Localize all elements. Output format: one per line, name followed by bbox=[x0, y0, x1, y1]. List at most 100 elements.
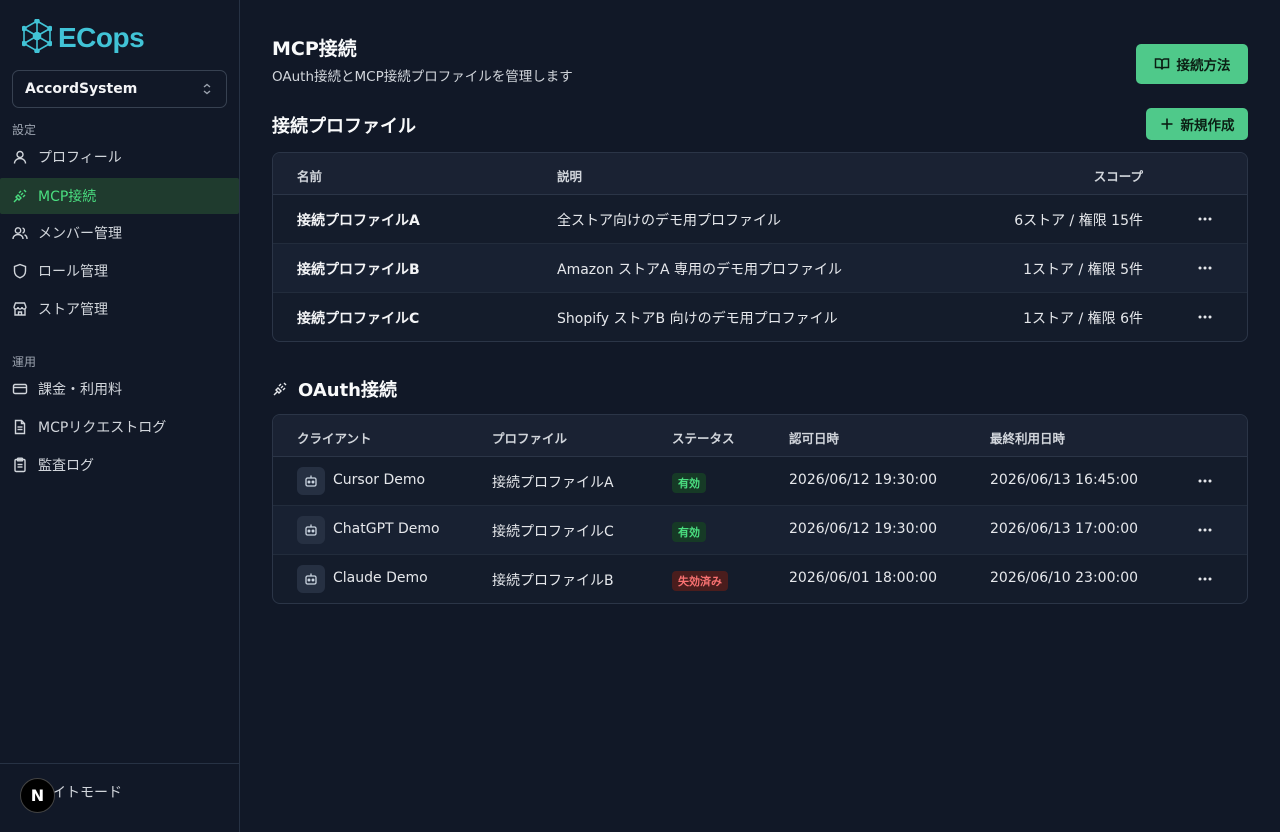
sidebar-item-label: 監査ログ bbox=[38, 458, 94, 474]
table-header: クライアント プロファイル ステータス 認可日時 最終利用日時 bbox=[273, 415, 1247, 457]
how-to-connect-label: 接続方法 bbox=[1176, 58, 1231, 74]
bot-icon bbox=[297, 565, 325, 593]
more-horizontal-icon[interactable] bbox=[1195, 258, 1215, 278]
sidebar: ECops AccordSystem 設定 プロフィール MCP接続 メンバー管… bbox=[0, 0, 240, 832]
sidebar-item-mcp-logs[interactable]: MCPリクエストログ bbox=[0, 409, 239, 445]
nav-section-operations: 運用 bbox=[12, 355, 37, 369]
sidebar-item-mcp[interactable]: MCP接続 bbox=[0, 178, 239, 214]
status-badge: 失効済み bbox=[672, 571, 728, 591]
column-last-used-at[interactable]: 最終利用日時 bbox=[990, 428, 1065, 447]
profile-scope: 1ストア / 権限 5件 bbox=[1023, 262, 1143, 278]
network-logo-icon bbox=[21, 18, 53, 57]
column-scope[interactable]: スコープ bbox=[1094, 166, 1143, 185]
shield-icon bbox=[12, 263, 28, 279]
profile-description: 全ストア向けのデモ用プロファイル bbox=[557, 213, 781, 229]
bot-icon bbox=[297, 467, 325, 495]
sidebar-item-label: メンバー管理 bbox=[38, 226, 122, 242]
sidebar-item-members[interactable]: メンバー管理 bbox=[0, 215, 239, 251]
profile-name: 接続プロファイルA bbox=[297, 213, 420, 229]
sidebar-item-label: ストア管理 bbox=[38, 302, 108, 318]
plus-icon bbox=[1160, 117, 1174, 131]
column-client[interactable]: クライアント bbox=[297, 428, 372, 447]
page-title: MCP接続 bbox=[272, 38, 357, 60]
more-horizontal-icon[interactable] bbox=[1195, 307, 1215, 327]
plug-icon bbox=[272, 381, 288, 397]
column-authorized-at[interactable]: 認可日時 bbox=[789, 428, 839, 447]
more-horizontal-icon[interactable] bbox=[1195, 520, 1215, 540]
user-icon bbox=[12, 149, 28, 165]
client-name: Claude Demo bbox=[333, 570, 428, 586]
last-used-at: 2026/06/10 23:00:00 bbox=[990, 570, 1139, 586]
new-profile-label: 新規作成 bbox=[1180, 118, 1235, 134]
credit-card-icon bbox=[12, 381, 28, 397]
oauth-section-title: OAuth接続 bbox=[272, 376, 397, 402]
client-name: ChatGPT Demo bbox=[333, 521, 440, 537]
sidebar-item-label: MCP接続 bbox=[38, 189, 97, 205]
authorized-at: 2026/06/01 18:00:00 bbox=[789, 570, 938, 586]
sidebar-item-billing[interactable]: 課金・利用料 bbox=[0, 371, 239, 407]
last-used-at: 2026/06/13 16:45:00 bbox=[990, 472, 1139, 488]
table-row[interactable]: ChatGPT Demo 接続プロファイルC 有効 2026/06/12 19:… bbox=[273, 506, 1247, 555]
more-horizontal-icon[interactable] bbox=[1195, 209, 1215, 229]
column-profile[interactable]: プロファイル bbox=[492, 428, 567, 447]
column-name[interactable]: 名前 bbox=[297, 166, 322, 185]
profile-scope: 1ストア / 権限 6件 bbox=[1023, 311, 1143, 327]
page-subtitle: OAuth接続とMCP接続プロファイルを管理します bbox=[272, 69, 573, 85]
column-description[interactable]: 説明 bbox=[557, 166, 582, 185]
client-name: Cursor Demo bbox=[333, 472, 426, 488]
profiles-title-text: 接続プロファイル bbox=[272, 116, 416, 137]
client-profile: 接続プロファイルC bbox=[492, 524, 614, 540]
table-header: 名前 説明 スコープ bbox=[273, 153, 1247, 195]
how-to-connect-button[interactable]: 接続方法 bbox=[1136, 44, 1248, 84]
logo[interactable]: ECops bbox=[21, 18, 145, 57]
new-profile-button[interactable]: 新規作成 bbox=[1146, 108, 1248, 140]
table-row[interactable]: Cursor Demo 接続プロファイルA 有効 2026/06/12 19:3… bbox=[273, 457, 1247, 506]
client-profile: 接続プロファイルB bbox=[492, 573, 614, 589]
authorized-at: 2026/06/12 19:30:00 bbox=[789, 472, 938, 488]
table-row[interactable]: 接続プロファイルA 全ストア向けのデモ用プロファイル 6ストア / 権限 15件 bbox=[273, 195, 1247, 244]
profile-description: Shopify ストアB 向けのデモ用プロファイル bbox=[557, 311, 838, 327]
profile-scope: 6ストア / 権限 15件 bbox=[1014, 213, 1143, 229]
more-horizontal-icon[interactable] bbox=[1195, 471, 1215, 491]
sidebar-item-label: プロフィール bbox=[38, 150, 122, 166]
authorized-at: 2026/06/12 19:30:00 bbox=[789, 521, 938, 537]
profile-name: 接続プロファイルB bbox=[297, 262, 420, 278]
chevron-up-down-icon bbox=[200, 82, 214, 100]
organization-name: AccordSystem bbox=[25, 81, 138, 97]
table-row[interactable]: Claude Demo 接続プロファイルB 失効済み 2026/06/01 18… bbox=[273, 555, 1247, 603]
oauth-title-text: OAuth接続 bbox=[298, 380, 397, 401]
profile-name: 接続プロファイルC bbox=[297, 311, 420, 327]
brand-name: ECops bbox=[58, 22, 145, 53]
table-row[interactable]: 接続プロファイルB Amazon ストアA 専用のデモ用プロファイル 1ストア … bbox=[273, 244, 1247, 293]
nav-section-settings: 設定 bbox=[12, 123, 37, 137]
profiles-table: 名前 説明 スコープ 接続プロファイルA 全ストア向けのデモ用プロファイル 6ス… bbox=[272, 152, 1248, 342]
sidebar-footer: N ライトモード bbox=[0, 763, 239, 832]
profiles-section-title: 接続プロファイル bbox=[272, 112, 416, 138]
framework-badge[interactable]: N bbox=[20, 778, 55, 813]
status-badge: 有効 bbox=[672, 473, 706, 493]
store-icon bbox=[12, 301, 28, 317]
plug-icon bbox=[12, 188, 28, 204]
sidebar-item-audit-logs[interactable]: 監査ログ bbox=[0, 447, 239, 483]
status-badge: 有効 bbox=[672, 522, 706, 542]
sidebar-item-label: MCPリクエストログ bbox=[38, 420, 167, 436]
users-icon bbox=[12, 225, 28, 241]
sidebar-item-roles[interactable]: ロール管理 bbox=[0, 253, 239, 289]
last-used-at: 2026/06/13 17:00:00 bbox=[990, 521, 1139, 537]
clipboard-icon bbox=[12, 457, 28, 473]
client-profile: 接続プロファイルA bbox=[492, 475, 614, 491]
sidebar-item-label: ロール管理 bbox=[38, 264, 108, 280]
column-status[interactable]: ステータス bbox=[672, 428, 735, 447]
sidebar-item-stores[interactable]: ストア管理 bbox=[0, 291, 239, 327]
table-row[interactable]: 接続プロファイルC Shopify ストアB 向けのデモ用プロファイル 1ストア… bbox=[273, 293, 1247, 341]
more-horizontal-icon[interactable] bbox=[1195, 569, 1215, 589]
oauth-table: クライアント プロファイル ステータス 認可日時 最終利用日時 Cursor D… bbox=[272, 414, 1248, 604]
profile-description: Amazon ストアA 専用のデモ用プロファイル bbox=[557, 262, 843, 278]
organization-select[interactable]: AccordSystem bbox=[12, 70, 227, 108]
book-open-icon bbox=[1154, 56, 1170, 72]
main-content: MCP接続 OAuth接続とMCP接続プロファイルを管理します 接続方法 接続プ… bbox=[240, 0, 1280, 832]
document-icon bbox=[12, 419, 28, 435]
sidebar-item-profile[interactable]: プロフィール bbox=[0, 139, 239, 175]
sidebar-item-label: 課金・利用料 bbox=[38, 382, 122, 398]
bot-icon bbox=[297, 516, 325, 544]
